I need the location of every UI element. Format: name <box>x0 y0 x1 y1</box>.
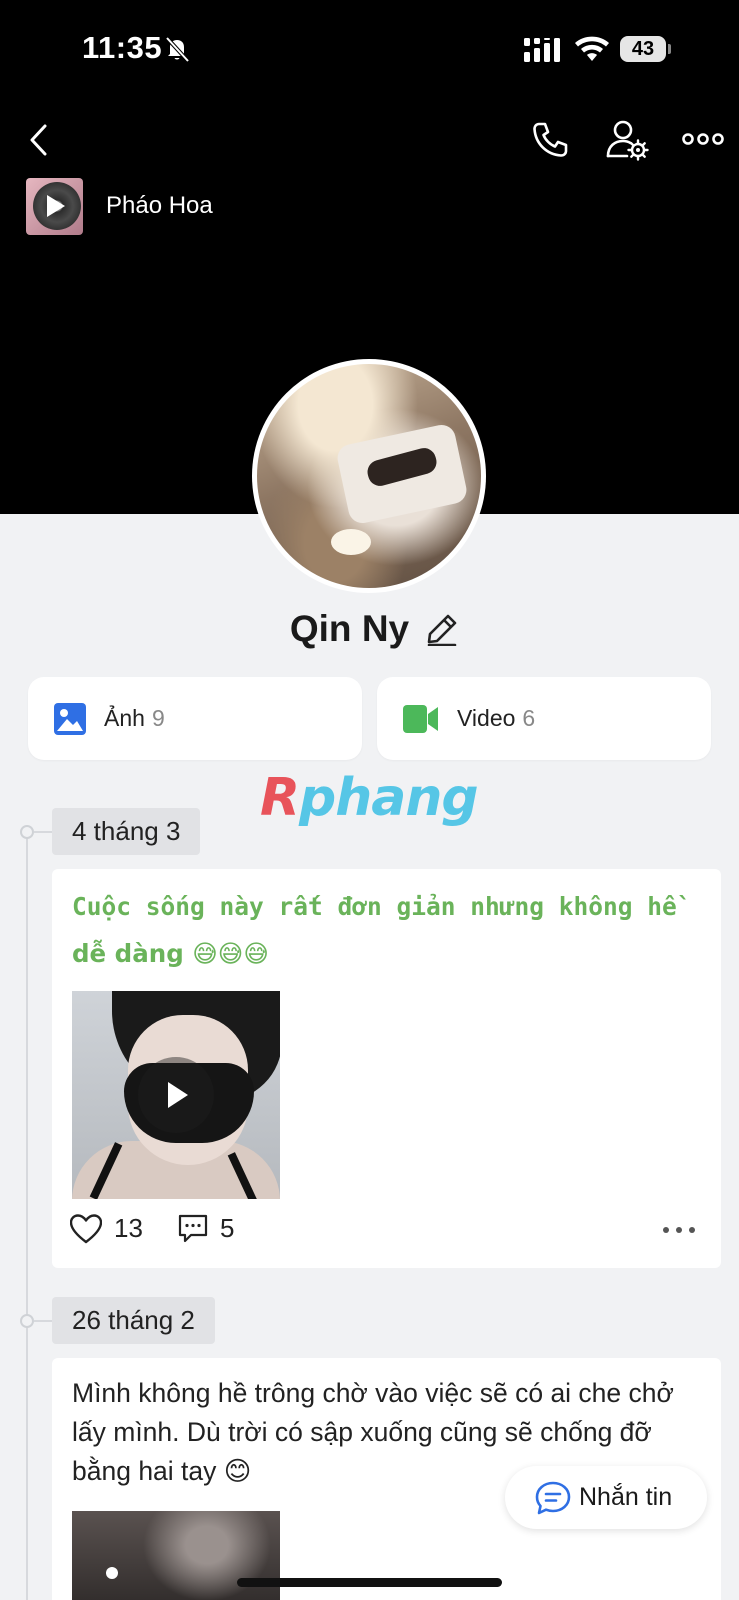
timeline-line <box>26 832 28 1600</box>
avatar[interactable] <box>252 359 486 593</box>
home-indicator <box>237 1578 502 1587</box>
videos-button[interactable]: Video 6 <box>377 677 711 760</box>
wifi-icon <box>575 36 609 61</box>
timeline-dot <box>20 1314 34 1328</box>
status-time: 11:35 <box>82 30 163 65</box>
date-label: 4 tháng 3 <box>52 808 201 855</box>
more-options-icon[interactable] <box>662 1223 696 1237</box>
play-icon <box>47 194 65 217</box>
bell-off-icon <box>165 36 190 63</box>
comment-icon <box>178 1214 208 1242</box>
user-settings-icon[interactable] <box>605 118 649 162</box>
photos-button[interactable]: Ảnh 9 <box>28 677 362 760</box>
music-cover[interactable] <box>26 177 83 235</box>
like-count: 13 <box>114 1213 143 1243</box>
profile-music[interactable]: Pháo Hoa <box>26 177 213 235</box>
post-video[interactable] <box>72 991 280 1199</box>
timeline-dot <box>20 825 34 839</box>
comment-count: 5 <box>220 1213 235 1243</box>
battery-level: 43 <box>620 36 666 62</box>
profile-name-row: Qin Ny <box>0 608 739 650</box>
videos-label: Video <box>457 705 516 731</box>
photos-label: Ảnh <box>104 705 145 731</box>
post-text: Cuộc sống này rất đơn giản nhưng không h… <box>72 892 677 968</box>
message-label: Nhắn tin <box>579 1483 673 1511</box>
watermark-logo: Rphang <box>260 768 479 828</box>
phone-icon[interactable] <box>530 120 570 160</box>
comment-button[interactable]: 5 <box>178 1213 234 1244</box>
post-actions: 13 5 <box>70 1213 700 1249</box>
more-horizontal-icon[interactable] <box>682 126 724 152</box>
play-icon[interactable] <box>138 1057 214 1133</box>
profile-name: Qin Ny <box>289 608 410 649</box>
date-label: 26 tháng 2 <box>52 1297 215 1344</box>
back-arrow-icon[interactable] <box>24 120 54 160</box>
heart-icon <box>70 1213 102 1243</box>
message-button[interactable]: Nhắn tin <box>505 1466 707 1529</box>
like-button[interactable]: 13 <box>70 1213 143 1244</box>
signal-icon <box>524 38 560 62</box>
photos-count: 9 <box>151 705 165 731</box>
pencil-icon[interactable] <box>425 612 459 646</box>
image-icon <box>54 702 86 735</box>
videos-count: 6 <box>522 705 536 731</box>
video-camera-icon <box>403 704 438 733</box>
battery-icon: 43 <box>620 36 672 62</box>
status-bar: 11:35 43 <box>0 0 739 100</box>
music-title: Pháo Hoa <box>106 192 213 219</box>
post-card[interactable]: Cuộc sống này rất đơn giản nhưng không h… <box>52 869 721 1268</box>
chat-bubble-icon <box>535 1481 571 1514</box>
